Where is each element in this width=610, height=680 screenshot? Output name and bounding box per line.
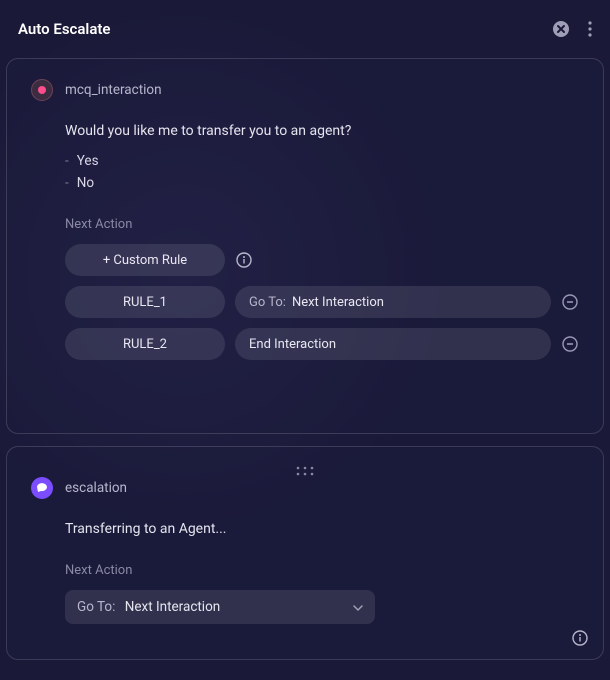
- rule-action-text: End Interaction: [249, 337, 336, 352]
- escalation-icon: [31, 477, 53, 499]
- goto-prefix: Go To:: [77, 599, 115, 615]
- rule-action-pill[interactable]: End Interaction: [235, 328, 551, 360]
- goto-value: Next Interaction: [125, 599, 221, 615]
- add-custom-rule-button[interactable]: + Custom Rule: [65, 244, 225, 276]
- goto-value: Next Interaction: [292, 295, 384, 310]
- mcq-question: Would you like me to transfer you to an …: [65, 123, 579, 139]
- rule-name-pill[interactable]: RULE_2: [65, 328, 225, 360]
- info-icon[interactable]: [571, 629, 589, 647]
- goto-select[interactable]: Go To: Next Interaction: [65, 590, 375, 624]
- rule-row: RULE_2 End Interaction: [65, 328, 579, 360]
- header-bar: Auto Escalate: [0, 0, 610, 58]
- node-header: mcq_interaction: [31, 79, 579, 101]
- info-icon[interactable]: [235, 251, 253, 269]
- next-action-label: Next Action: [65, 563, 579, 578]
- page-title: Auto Escalate: [18, 20, 111, 38]
- mcq-option-label: No: [77, 175, 94, 191]
- chevron-down-icon: [353, 599, 363, 615]
- mcq-interaction-card: mcq_interaction Would you like me to tra…: [6, 58, 604, 434]
- escalation-card: escalation Transferring to an Agent... N…: [6, 446, 604, 660]
- next-action-label: Next Action: [65, 217, 579, 232]
- rule-row: RULE_1 Go To: Next Interaction: [65, 286, 579, 318]
- goto-prefix: Go To:: [249, 295, 286, 310]
- node-header: escalation: [31, 477, 579, 499]
- remove-rule-icon[interactable]: [561, 335, 579, 353]
- mcq-option-label: Yes: [77, 153, 99, 169]
- custom-rule-row: + Custom Rule: [65, 244, 579, 276]
- remove-rule-icon[interactable]: [561, 293, 579, 311]
- mcq-option: No: [65, 175, 579, 191]
- mcq-option: Yes: [65, 153, 579, 169]
- escalation-message: Transferring to an Agent...: [65, 521, 579, 537]
- close-icon[interactable]: [552, 20, 570, 38]
- mcq-icon: [31, 79, 53, 101]
- rule-action-pill[interactable]: Go To: Next Interaction: [235, 286, 551, 318]
- mcq-options: Yes No: [65, 153, 579, 191]
- drag-handle-icon[interactable]: [296, 461, 314, 480]
- node-name: mcq_interaction: [65, 82, 162, 98]
- header-actions: [552, 20, 592, 38]
- rule-name-pill[interactable]: RULE_1: [65, 286, 225, 318]
- more-vert-icon[interactable]: [588, 21, 592, 37]
- node-name: escalation: [65, 480, 127, 496]
